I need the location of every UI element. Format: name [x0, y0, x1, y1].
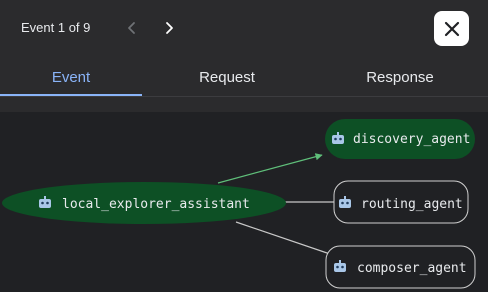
tab-event[interactable]: Event: [0, 58, 142, 96]
event-inspector-panel: Event 1 of 9 Event Request Response loca…: [0, 0, 488, 292]
header-bar: Event 1 of 9: [0, 0, 488, 58]
close-icon: [444, 21, 459, 36]
agent-graph-canvas[interactable]: local_explorer_assistant discovery_agent: [0, 112, 488, 292]
event-counter: Event 1 of 9: [21, 20, 91, 35]
tab-bar: Event Request Response: [0, 58, 488, 96]
node-label: composer_agent: [357, 261, 467, 276]
edge-to-composer-agent: [235, 221, 331, 255]
tab-response-label: Response: [366, 68, 434, 86]
previous-event-button[interactable]: [121, 17, 143, 39]
next-event-button[interactable]: [158, 17, 180, 39]
node-label: local_explorer_assistant: [62, 197, 250, 212]
agent-graph: local_explorer_assistant discovery_agent: [2, 119, 476, 289]
node-local-explorer-assistant[interactable]: local_explorer_assistant: [2, 182, 286, 224]
chevron-right-icon: [166, 22, 173, 34]
close-button[interactable]: [434, 11, 469, 46]
tab-request-label: Request: [199, 68, 255, 86]
chevron-left-icon: [128, 22, 135, 34]
node-routing-agent[interactable]: routing_agent: [333, 180, 469, 224]
tab-event-label: Event: [51, 68, 91, 86]
node-composer-agent[interactable]: composer_agent: [325, 245, 476, 289]
node-discovery-agent[interactable]: discovery_agent: [325, 119, 475, 159]
tab-request[interactable]: Request: [142, 58, 312, 96]
node-label: discovery_agent: [353, 132, 470, 147]
tab-divider: [0, 96, 488, 97]
tab-response[interactable]: Response: [312, 58, 488, 96]
edge-to-discovery-agent: [217, 153, 323, 184]
node-label: routing_agent: [361, 197, 463, 212]
